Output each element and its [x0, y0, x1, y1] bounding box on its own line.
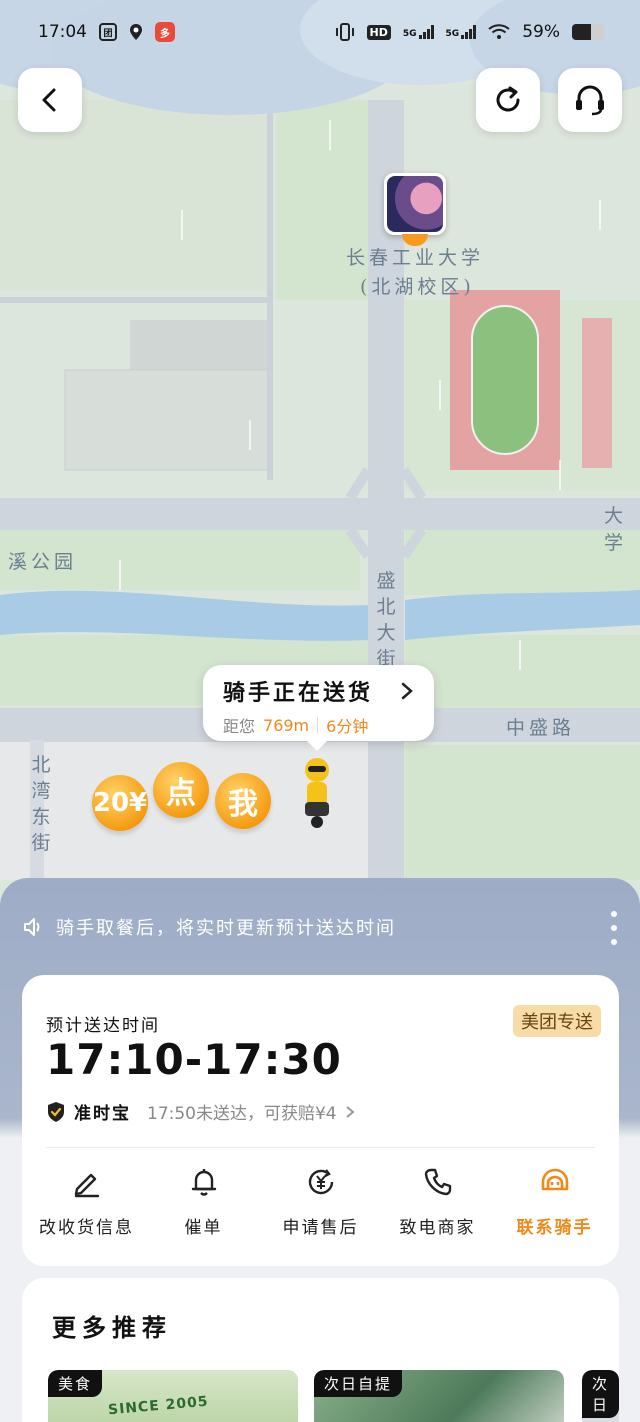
map-label-university: 长春工业大学 [346, 247, 485, 269]
rider-status-title: 骑手正在送货 [223, 681, 374, 706]
tile-tag: 美食 [48, 1370, 103, 1397]
map-label-campus: (北湖校区) [360, 276, 475, 298]
battery-icon [572, 24, 604, 40]
on-time-guarantee[interactable]: 准时宝 17:50未送达，可获赔¥4 [46, 1099, 355, 1124]
tile-tag: 次日 [582, 1370, 619, 1418]
map-label-beiwan-street: 北湾东街 [31, 754, 51, 854]
rider-eta: 6分钟 [326, 717, 369, 736]
chevron-right-icon [345, 1105, 355, 1118]
action-label: 改收货信息 [39, 1218, 134, 1238]
action-label: 联系骑手 [516, 1218, 593, 1238]
action-label: 申请售后 [282, 1218, 359, 1238]
action-label: 致电商家 [399, 1218, 476, 1238]
headset-icon [576, 85, 604, 116]
chevron-left-icon [42, 88, 56, 112]
bell-icon [191, 1169, 216, 1196]
rider-distance: 769m [263, 715, 310, 735]
shield-check-icon [48, 1101, 64, 1122]
recommendation-tile[interactable]: 次日自提 [314, 1370, 564, 1422]
coin-reward-20[interactable]: 20¥ [92, 775, 148, 831]
customer-service-button[interactable] [558, 68, 622, 132]
battery-text: 59% [522, 22, 560, 42]
destination-marker[interactable] [384, 173, 446, 235]
map-view[interactable]: 长春工业大学 (北湖校区) 大学 溪公园 盛北大街 中盛路 北湾东街 骑手正在送… [0, 0, 640, 900]
eta-time: 17:10-17:30 [46, 1035, 342, 1084]
network-label-1: 5G [402, 29, 417, 39]
guarantee-name: 准时宝 [74, 1104, 131, 1124]
distance-prefix: 距您 [223, 717, 256, 736]
recommendation-tile[interactable]: 美食 SINCE 2005 [48, 1370, 298, 1422]
action-label: 催单 [184, 1218, 223, 1238]
rider-status-bubble[interactable]: 骑手正在送货 距您 769m 6分钟 [203, 665, 434, 751]
update-notice: 骑手取餐后，将实时更新预计送达时间 [22, 912, 622, 942]
recommendation-card: 更多推荐 美食 SINCE 2005 次日自提 次日 [22, 1278, 619, 1422]
map-label-shengbei-street: 盛北大街 [376, 570, 396, 670]
status-bar: 17:04 团 多 HD 5G 5G 59% [0, 0, 640, 64]
tile-logo-text: SINCE 2005 [107, 1393, 210, 1419]
avatar [387, 176, 443, 232]
phone-icon [424, 1168, 451, 1196]
after-sale-button[interactable]: 申请售后 [265, 1165, 377, 1238]
recommendation-tile[interactable]: 次日 [582, 1370, 619, 1422]
edit-pencil-icon [74, 1173, 99, 1198]
refresh-icon [496, 86, 520, 112]
signal-icon [418, 25, 434, 39]
eta-label: 预计送达时间 [46, 1016, 160, 1036]
chevron-right-icon [401, 682, 413, 700]
notification-box-icon: 团 [99, 23, 117, 41]
yuan-refund-icon [308, 1169, 333, 1195]
guarantee-text: 17:50未送达，可获赔¥4 [147, 1104, 337, 1124]
vibrate-icon [335, 23, 354, 41]
network-label-2: 5G [445, 29, 460, 39]
urge-order-button[interactable]: 催单 [148, 1165, 260, 1238]
recommendation-title: 更多推荐 [52, 1314, 172, 1342]
more-options-icon[interactable] [609, 911, 619, 945]
action-row: 改收货信息 催单 申请售后 致电商家 联系骑手 [22, 1165, 619, 1238]
notice-text: 骑手取餐后，将实时更新预计送达时间 [56, 918, 396, 939]
call-merchant-button[interactable]: 致电商家 [382, 1165, 494, 1238]
contact-rider-button[interactable]: 联系骑手 [499, 1165, 611, 1238]
location-pin-icon [130, 24, 142, 40]
delivery-type-badge: 美团专送 [513, 1005, 601, 1037]
speaker-icon [24, 918, 40, 936]
tile-tag: 次日自提 [314, 1370, 403, 1397]
edit-address-button[interactable]: 改收货信息 [31, 1165, 143, 1238]
separator [317, 717, 319, 733]
wifi-icon [488, 24, 510, 39]
status-time: 17:04 [38, 22, 87, 42]
back-button[interactable] [18, 68, 82, 132]
hd-icon: HD [366, 24, 391, 40]
coin-me[interactable]: 我 [215, 773, 271, 829]
rider-helmet-icon [541, 1168, 568, 1191]
app-badge-icon: 多 [155, 22, 175, 42]
signal-icon [461, 25, 477, 39]
refresh-button[interactable] [476, 68, 540, 132]
divider [46, 1147, 595, 1148]
rider-scooter-icon [305, 758, 329, 828]
map-label-zhongsheng-road: 中盛路 [506, 717, 576, 739]
map-label-park: 溪公园 [8, 551, 78, 573]
delivery-info-card: 预计送达时间 17:10-17:30 美团专送 准时宝 17:50未送达，可获赔… [22, 975, 619, 1266]
map-label-road-daxue: 大学 [604, 505, 628, 554]
coin-tap[interactable]: 点 [153, 762, 209, 818]
